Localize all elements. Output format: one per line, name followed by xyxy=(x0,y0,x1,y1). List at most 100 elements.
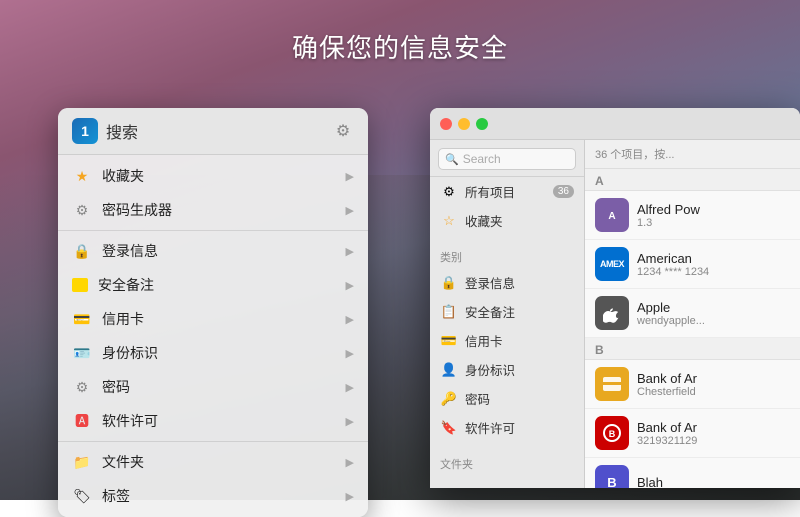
item-name: Bank of Ar xyxy=(637,371,790,386)
window-titlebar xyxy=(430,108,800,140)
credit-card-icon: 💳 xyxy=(440,332,458,350)
list-item-amex[interactable]: AMEX American 1234 **** 1234 xyxy=(585,240,800,289)
list-item-bank1[interactable]: Bank of Ar Chesterfield xyxy=(585,360,800,409)
search-placeholder: Search xyxy=(463,152,501,166)
software-icon: 🔖 xyxy=(440,419,458,437)
item-name: Blah xyxy=(637,475,790,489)
mini-popup: 1 搜索 ⚙ ★ 收藏夹 ▶ ⚙ 密码生成器 ▶ 🔒 登录信息 ▶ 安全备注 ▶ xyxy=(58,108,368,517)
sidebar-item-logins[interactable]: 🔒 登录信息 xyxy=(430,268,584,297)
list-item-apple[interactable]: Apple wendyapple... xyxy=(585,289,800,338)
sidebar-item-software[interactable]: 🔖 软件许可 xyxy=(430,413,584,442)
sidebar-item-label: 信用卡 xyxy=(465,331,574,350)
software-icon: 🅰 xyxy=(72,411,92,431)
identity-icon: 🪪 xyxy=(72,343,92,363)
star-icon: ☆ xyxy=(440,212,458,230)
section-letter-a: A xyxy=(585,169,800,191)
mini-item-secure-notes[interactable]: 安全备注 ▶ xyxy=(58,268,368,302)
key-icon: 🔑 xyxy=(440,390,458,408)
chevron-right-icon: ▶ xyxy=(346,313,354,326)
category-section-title: 类别 xyxy=(430,241,584,268)
mini-item-label: 密码 xyxy=(102,377,346,397)
mini-item-credit-cards[interactable]: 💳 信用卡 ▶ xyxy=(58,302,368,336)
mini-item-label: 密码生成器 xyxy=(102,200,346,220)
sidebar-item-label: 所有项目 xyxy=(465,182,553,201)
list-item-bank2[interactable]: B Bank of Ar 3219321129 xyxy=(585,409,800,458)
item-info: Apple wendyapple... xyxy=(637,300,790,327)
lock-icon: 🔒 xyxy=(72,241,92,261)
item-info: Blah xyxy=(637,475,790,489)
item-info: Alfred Pow 1.3 xyxy=(637,202,790,229)
sidebar-item-passwords[interactable]: 🔑 密码 xyxy=(430,384,584,413)
item-name: American xyxy=(637,251,790,266)
list-item-blah[interactable]: B Blah xyxy=(585,458,800,488)
sidebar: 🔍 Search ⚙ 所有项目 36 ☆ 收藏夹 类别 🔒 登录信息 xyxy=(430,140,585,488)
sidebar-item-identities[interactable]: 👤 身份标识 xyxy=(430,355,584,384)
items-list: A A Alfred Pow 1.3 AME xyxy=(585,169,800,488)
sidebar-item-secure-notes[interactable]: 📋 安全备注 xyxy=(430,297,584,326)
sidebar-item-label: 登录信息 xyxy=(465,273,574,292)
sidebar-item-favorites[interactable]: ☆ 收藏夹 xyxy=(430,206,584,235)
chevron-right-icon: ▶ xyxy=(346,456,354,469)
svg-text:B: B xyxy=(607,475,616,488)
item-name: Alfred Pow xyxy=(637,202,790,217)
mini-item-label: 文件夹 xyxy=(102,452,346,472)
folder-icon: 📁 xyxy=(72,452,92,472)
chevron-right-icon: ▶ xyxy=(346,381,354,394)
sidebar-item-all[interactable]: ⚙ 所有项目 36 xyxy=(430,177,584,206)
item-sub: 3219321129 xyxy=(637,435,790,447)
section-letter-b: B xyxy=(585,338,800,360)
mini-item-label: 安全备注 xyxy=(98,275,346,295)
mini-item-software[interactable]: 🅰 软件许可 ▶ xyxy=(58,404,368,438)
mini-search-label: 搜索 xyxy=(106,119,332,143)
identity-icon: 👤 xyxy=(440,361,458,379)
mini-item-label: 软件许可 xyxy=(102,411,346,431)
sidebar-item-label: 身份标识 xyxy=(465,360,574,379)
item-logo-amex: AMEX xyxy=(595,247,629,281)
bank2-logo-svg: B xyxy=(597,418,627,448)
item-logo-apple xyxy=(595,296,629,330)
window-body: 🔍 Search ⚙ 所有项目 36 ☆ 收藏夹 类别 🔒 登录信息 xyxy=(430,140,800,488)
sidebar-item-credit-cards[interactable]: 💳 信用卡 xyxy=(430,326,584,355)
sidebar-item-label: 密码 xyxy=(465,389,574,408)
gear-icon: ⚙ xyxy=(72,200,92,220)
search-box[interactable]: 🔍 Search xyxy=(438,148,576,170)
sidebar-search: 🔍 Search xyxy=(430,140,584,177)
maximize-button[interactable] xyxy=(476,118,488,130)
minimize-button[interactable] xyxy=(458,118,470,130)
svg-text:A: A xyxy=(608,211,615,222)
sidebar-item-label: 软件许可 xyxy=(465,418,574,437)
all-items-badge: 36 xyxy=(553,185,574,198)
credit-card-icon: 💳 xyxy=(72,309,92,329)
mini-item-logins[interactable]: 🔒 登录信息 ▶ xyxy=(58,234,368,268)
chevron-right-icon: ▶ xyxy=(346,490,354,503)
mini-item-label: 身份标识 xyxy=(102,343,346,363)
gear-icon: ⚙ xyxy=(72,377,92,397)
item-info: Bank of Ar Chesterfield xyxy=(637,371,790,398)
item-logo-alfred: A xyxy=(595,198,629,232)
bank1-logo-svg xyxy=(597,369,627,399)
item-logo-bank2: B xyxy=(595,416,629,450)
mini-item-password-gen[interactable]: ⚙ 密码生成器 ▶ xyxy=(58,193,368,227)
onepassword-icon: 1 xyxy=(72,118,98,144)
mini-item-identities[interactable]: 🪪 身份标识 ▶ xyxy=(58,336,368,370)
chevron-right-icon: ▶ xyxy=(346,415,354,428)
divider xyxy=(58,441,368,442)
mini-popup-header: 1 搜索 ⚙ xyxy=(58,108,368,155)
close-button[interactable] xyxy=(440,118,452,130)
item-sub: 1234 **** 1234 xyxy=(637,266,790,278)
settings-button[interactable]: ⚙ xyxy=(332,120,354,142)
alfred-logo-svg: A xyxy=(602,205,622,225)
divider xyxy=(58,230,368,231)
content-header: 36 个项目，按... xyxy=(585,140,800,169)
mini-item-passwords[interactable]: ⚙ 密码 ▶ xyxy=(58,370,368,404)
note-icon: 📋 xyxy=(440,303,458,321)
chevron-right-icon: ▶ xyxy=(346,279,354,292)
sidebar-item-label: 安全备注 xyxy=(465,302,574,321)
apple-logo-svg xyxy=(603,303,621,323)
list-item-alfred[interactable]: A Alfred Pow 1.3 xyxy=(585,191,800,240)
mini-item-favorites[interactable]: ★ 收藏夹 ▶ xyxy=(58,159,368,193)
mini-item-tags[interactable]: 🏷 标签 ▶ xyxy=(58,479,368,513)
item-info: Bank of Ar 3219321129 xyxy=(637,420,790,447)
mini-item-folders[interactable]: 📁 文件夹 ▶ xyxy=(58,445,368,479)
folder-section-title: 文件夹 xyxy=(430,448,584,475)
